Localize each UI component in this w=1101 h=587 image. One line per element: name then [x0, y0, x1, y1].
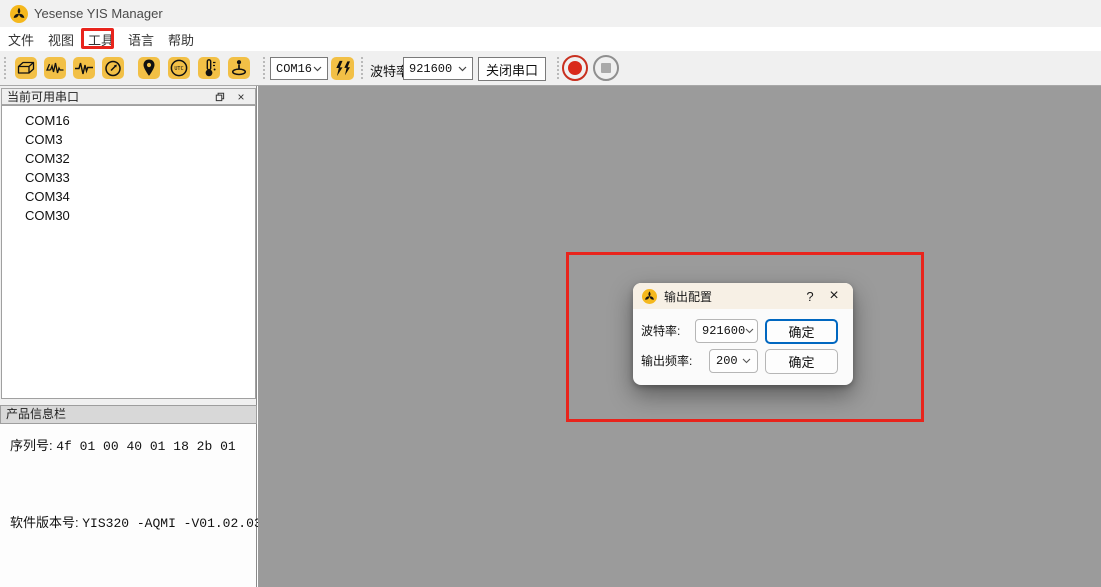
- com-port-select[interactable]: COM16: [270, 57, 328, 80]
- serial-ports-panel-titlebar: 当前可用串口 ×: [1, 88, 256, 105]
- menu-bar: 文件 视图 工具 语言 帮助: [0, 27, 1101, 51]
- dialog-close-icon[interactable]: ×: [821, 287, 847, 305]
- menu-language[interactable]: 语言: [121, 30, 161, 49]
- serial-number-label: 序列号:: [10, 438, 53, 453]
- chevron-down-icon: [742, 358, 751, 364]
- software-version-value: YIS320 -AQMI -V01.02.03;: [82, 516, 269, 531]
- toolbar-drag-handle[interactable]: [556, 56, 561, 81]
- dialog-baud-label: 波特率:: [641, 319, 680, 344]
- yesense-logo-icon: [10, 5, 28, 23]
- dialog-frequency-confirm-button[interactable]: 确定: [765, 349, 838, 374]
- dialog-baud-select[interactable]: 921600: [695, 319, 758, 343]
- serial-number-value: 4f 01 00 40 01 18 2b 01: [56, 439, 235, 454]
- close-serial-port-button[interactable]: 关闭串口: [478, 57, 546, 81]
- serial-ports-panel-title: 当前可用串口: [2, 88, 211, 105]
- cube-3d-icon[interactable]: [15, 57, 37, 79]
- dialog-baud-confirm-button[interactable]: 确定: [765, 319, 838, 344]
- location-pin-icon[interactable]: [138, 57, 160, 79]
- menu-view[interactable]: 视图: [41, 30, 81, 49]
- chevron-down-icon: [745, 328, 754, 334]
- thermometer-icon[interactable]: [198, 57, 220, 79]
- left-dock-panel: 当前可用串口 × COM16 COM3 COM32 COM33 COM34 CO…: [0, 86, 257, 587]
- list-item[interactable]: COM30: [2, 206, 255, 225]
- record-button[interactable]: [562, 55, 588, 81]
- toolbar-drag-handle[interactable]: [262, 56, 267, 81]
- menu-help[interactable]: 帮助: [161, 30, 201, 49]
- gauge-icon[interactable]: [102, 57, 124, 79]
- menu-tools[interactable]: 工具: [81, 30, 121, 49]
- dialog-frequency-select[interactable]: 200: [709, 349, 758, 373]
- yesense-logo-icon: [642, 289, 657, 304]
- menu-file[interactable]: 文件: [1, 30, 41, 49]
- baud-rate-select[interactable]: 921600: [403, 57, 473, 80]
- stop-button[interactable]: [593, 55, 619, 81]
- title-bar: Yesense YIS Manager: [0, 0, 1101, 27]
- refresh-ports-icon[interactable]: [331, 57, 354, 80]
- product-info-header: 产品信息栏: [0, 405, 257, 424]
- dialog-help-button[interactable]: ?: [799, 289, 821, 304]
- toolbar-drag-handle[interactable]: [3, 56, 8, 81]
- list-item[interactable]: COM34: [2, 187, 255, 206]
- angle-waveform-icon[interactable]: [44, 57, 66, 79]
- chevron-down-icon: [313, 66, 322, 72]
- barometer-icon[interactable]: [228, 57, 250, 79]
- chevron-down-icon: [458, 66, 467, 72]
- list-item[interactable]: COM16: [2, 111, 255, 130]
- serial-number-row: 序列号: 4f 01 00 40 01 18 2b 01: [10, 435, 236, 454]
- serial-port-list: COM16 COM3 COM32 COM33 COM34 COM30: [1, 105, 256, 399]
- dialog-frequency-value: 200: [716, 354, 738, 368]
- software-version-label: 软件版本号:: [10, 515, 79, 530]
- app-window: Yesense YIS Manager 文件 视图 工具 语言 帮助: [0, 0, 1101, 587]
- dialog-baud-value: 921600: [702, 324, 745, 338]
- list-item[interactable]: COM33: [2, 168, 255, 187]
- dialog-titlebar[interactable]: 输出配置 ? ×: [633, 283, 853, 309]
- output-config-dialog: 输出配置 ? × 波特率: 921600 确定 输出频率: 200 确定: [633, 283, 853, 385]
- svg-text:UTC: UTC: [174, 66, 183, 72]
- software-version-row: 软件版本号: YIS320 -AQMI -V01.02.03;: [10, 512, 269, 531]
- panel-float-icon[interactable]: [211, 90, 227, 104]
- baud-rate-value: 921600: [409, 62, 452, 76]
- dialog-title: 输出配置: [664, 288, 799, 305]
- dialog-baud-row: 波特率: 921600 确定: [633, 319, 853, 344]
- list-item[interactable]: COM3: [2, 130, 255, 149]
- dialog-frequency-label: 输出频率:: [641, 349, 692, 374]
- utc-clock-icon[interactable]: UTC: [168, 57, 190, 79]
- stop-square-icon: [601, 63, 611, 73]
- dialog-frequency-row: 输出频率: 200 确定: [633, 349, 853, 374]
- pulse-waveform-icon[interactable]: [73, 57, 95, 79]
- app-title: Yesense YIS Manager: [34, 6, 163, 21]
- toolbar-drag-handle[interactable]: [360, 56, 365, 81]
- list-item[interactable]: COM32: [2, 149, 255, 168]
- com-port-value: COM16: [276, 62, 312, 76]
- panel-close-icon[interactable]: ×: [233, 90, 249, 104]
- record-dot-icon: [568, 61, 582, 75]
- product-info-body: 序列号: 4f 01 00 40 01 18 2b 01 软件版本号: YIS3…: [0, 424, 256, 587]
- toolbar: UTC COM16 波特率: 921600 关闭串口: [0, 51, 1101, 86]
